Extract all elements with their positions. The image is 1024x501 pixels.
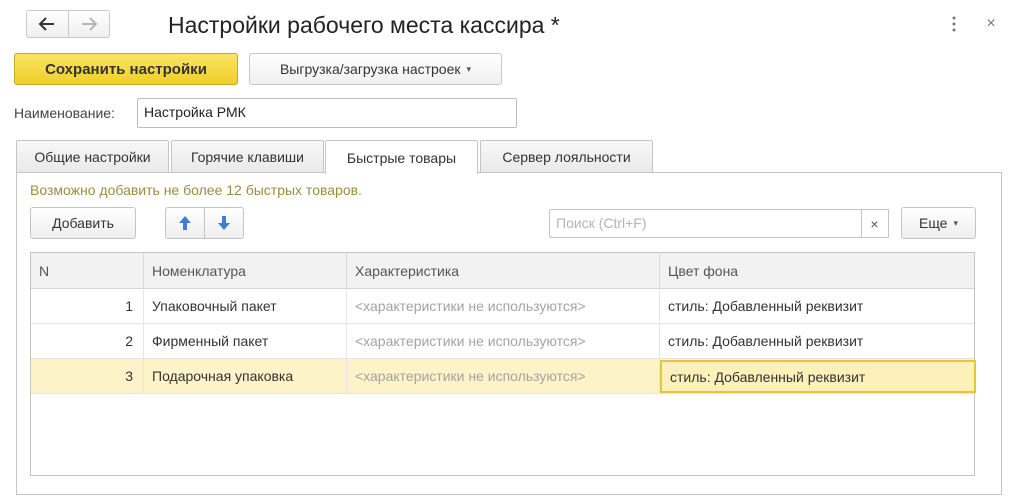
table-row-selected[interactable]: 3 Подарочная упаковка <характеристики не… xyxy=(31,359,976,394)
tab-hotkeys[interactable]: Горячие клавиши xyxy=(171,140,324,173)
move-down-button[interactable] xyxy=(204,208,243,238)
item-cell[interactable]: Упаковочный пакет xyxy=(144,289,347,323)
back-button[interactable] xyxy=(27,11,68,37)
row-number: 2 xyxy=(31,324,144,358)
table-header: N Номенклатура Характеристика Цвет фона xyxy=(31,253,974,289)
forward-button[interactable] xyxy=(67,11,110,37)
tab-quick-items[interactable]: Быстрые товары xyxy=(325,140,478,174)
search-clear-icon[interactable]: × xyxy=(861,209,889,238)
quick-items-table: N Номенклатура Характеристика Цвет фона … xyxy=(30,252,976,476)
row-number: 3 xyxy=(31,359,144,393)
save-settings-button[interactable]: Сохранить настройки xyxy=(14,53,238,85)
table-row[interactable]: 1 Упаковочный пакет <характеристики не и… xyxy=(31,289,974,324)
name-label: Наименование: xyxy=(14,105,115,121)
arrow-up-icon xyxy=(179,216,191,230)
table-row[interactable]: 2 Фирменный пакет <характеристики не исп… xyxy=(31,324,974,359)
chevron-down-icon: ▾ xyxy=(466,63,472,74)
limit-hint: Возможно добавить не более 12 быстрых то… xyxy=(30,182,362,198)
close-icon[interactable]: × xyxy=(980,12,1002,36)
color-cell-focused[interactable]: стиль: Добавленный реквизит xyxy=(660,360,976,393)
add-button[interactable]: Добавить xyxy=(30,207,136,239)
color-cell[interactable]: стиль: Добавленный реквизит xyxy=(660,324,976,358)
move-buttons xyxy=(165,207,244,239)
nav-buttons xyxy=(26,10,110,38)
column-header-color[interactable]: Цвет фона xyxy=(660,253,976,289)
characteristic-cell[interactable]: <характеристики не используются> xyxy=(347,359,660,393)
more-vertical-icon[interactable] xyxy=(944,12,964,36)
column-header-n[interactable]: N xyxy=(31,253,144,289)
search-input[interactable]: Поиск (Ctrl+F) xyxy=(549,209,862,238)
column-header-characteristic[interactable]: Характеристика xyxy=(347,253,660,289)
tab-loyalty-server[interactable]: Сервер лояльности xyxy=(480,140,653,173)
row-number: 1 xyxy=(31,289,144,323)
item-cell[interactable]: Подарочная упаковка xyxy=(144,359,347,393)
arrow-right-icon xyxy=(81,17,98,31)
item-cell[interactable]: Фирменный пакет xyxy=(144,324,347,358)
window-title: Настройки рабочего места кассира * xyxy=(168,12,560,38)
color-cell[interactable]: стиль: Добавленный реквизит xyxy=(660,289,976,323)
arrow-left-icon xyxy=(38,17,55,31)
characteristic-cell[interactable]: <характеристики не используются> xyxy=(347,324,660,358)
characteristic-cell[interactable]: <характеристики не используются> xyxy=(347,289,660,323)
column-header-item[interactable]: Номенклатура xyxy=(144,253,347,289)
more-actions-label: Еще xyxy=(918,215,948,231)
export-import-label: Выгрузка/загрузка настроек xyxy=(279,61,461,77)
move-up-button[interactable] xyxy=(166,208,204,238)
tab-general-settings[interactable]: Общие настройки xyxy=(16,140,169,173)
arrow-down-icon xyxy=(218,216,230,230)
export-import-button[interactable]: Выгрузка/загрузка настроек ▾ xyxy=(249,53,502,85)
more-actions-button[interactable]: Еще ▾ xyxy=(901,207,976,239)
name-input[interactable]: Настройка РМК xyxy=(137,98,517,128)
chevron-down-icon: ▾ xyxy=(953,217,959,228)
